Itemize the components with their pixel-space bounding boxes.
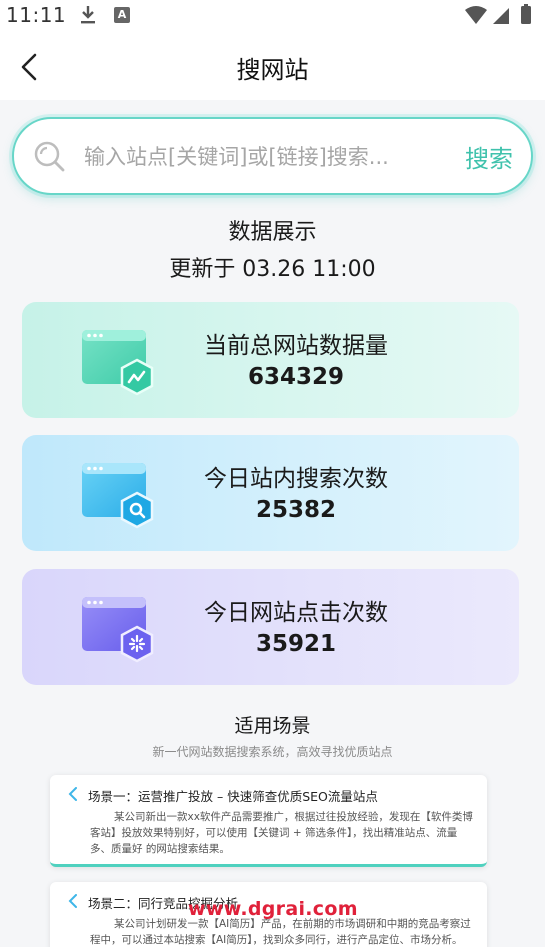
website-click-icon (82, 597, 154, 663)
page-title: 搜网站 (236, 56, 309, 84)
website-search-icon (82, 463, 154, 529)
status-time: 11:11 (6, 3, 67, 27)
app-notification-icon: A (114, 7, 130, 23)
nav-bar: 搜网站 (0, 32, 545, 100)
search-input[interactable] (84, 139, 454, 175)
stat-label: 今日网站点击次数 (204, 600, 388, 626)
stat-card-click-count: 今日网站点击次数 35921 (22, 569, 519, 685)
scene-title: 场景一：运营推广投放 – 快速筛查优质SEO流量站点 (88, 789, 378, 804)
chevron-left-icon (68, 787, 77, 801)
website-chart-icon (82, 330, 154, 396)
wifi-icon (465, 6, 487, 24)
stat-label: 今日站内搜索次数 (204, 466, 388, 492)
stat-card-search-count: 今日站内搜索次数 25382 (22, 435, 519, 551)
update-time: 更新于 03.26 11:00 (169, 257, 376, 282)
status-bar: 11:11 A (0, 0, 545, 32)
search-icon (34, 141, 65, 172)
scenes-subtitle: 新一代网站数据搜索系统，高效寻找优质站点 (152, 745, 393, 759)
search-bar[interactable]: 搜索 (12, 117, 533, 195)
battery-icon (521, 6, 531, 24)
stat-value: 35921 (255, 631, 337, 657)
watermark: www.dgrai.com (188, 898, 358, 920)
stat-value: 634329 (247, 364, 345, 390)
scenes-title: 适用场景 (234, 715, 311, 737)
scene-body: 某公司新出一款xx软件产品需要推广，根据过往投放经验，发现在【软件类博客站】投放… (90, 811, 473, 855)
stat-value: 25382 (255, 497, 337, 523)
stat-label: 当前总网站数据量 (204, 333, 388, 359)
chevron-left-icon (68, 894, 77, 908)
stats-title: 数据展示 (228, 220, 317, 245)
scene-card-1[interactable]: 场景一：运营推广投放 – 快速筛查优质SEO流量站点 某公司新出一款xx软件产品… (50, 775, 487, 867)
signal-icon (493, 8, 509, 24)
download-icon (81, 6, 95, 24)
scene-body: 某公司计划研发一款【AI简历】产品，在前期的市场调研和中期的竞品考察过程中，可以… (90, 918, 471, 946)
stat-card-total-websites: 当前总网站数据量 634329 (22, 302, 519, 418)
signal-battery-icons (465, 4, 531, 24)
search-button[interactable]: 搜索 (465, 139, 513, 174)
